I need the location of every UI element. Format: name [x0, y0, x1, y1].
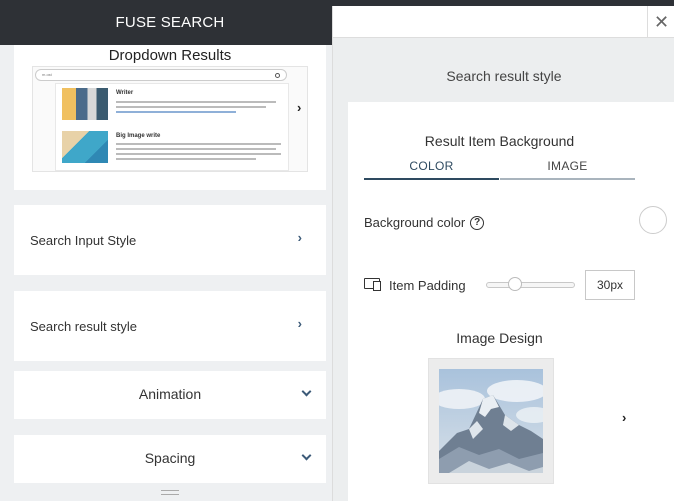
preview-search-input: m.ost: [35, 69, 287, 81]
background-tabs: COLOR IMAGE: [364, 158, 635, 180]
close-button[interactable]: ✕: [647, 6, 674, 38]
preview-result-item: Big Image write: [62, 131, 284, 167]
chevron-right-icon: ›: [297, 230, 302, 245]
chevron-right-icon[interactable]: ›: [297, 100, 301, 115]
image-design-preview[interactable]: [428, 358, 554, 484]
item-padding-slider-thumb[interactable]: [508, 277, 522, 291]
item-padding-slider[interactable]: [486, 282, 575, 288]
dropdown-preview: m.ost Writer Big Image write: [32, 66, 308, 172]
preview-thumbnail: [62, 88, 108, 120]
background-color-label: Background color: [364, 215, 466, 230]
section-label: Spacing: [144, 450, 196, 466]
preview-result-heading: Writer: [116, 90, 134, 96]
chevron-right-icon[interactable]: ›: [622, 410, 626, 425]
section-spacing[interactable]: Spacing: [14, 435, 326, 483]
app-title: FUSE SEARCH: [0, 0, 340, 45]
resize-handle-line: [161, 494, 179, 495]
preview-results: Writer Big Image write: [55, 83, 289, 171]
item-padding-input[interactable]: 30px: [585, 270, 635, 300]
dropdown-results-card[interactable]: Dropdown Results m.ost Writer Big Image …: [14, 45, 326, 190]
item-padding-row: Item Padding 30px: [364, 270, 635, 300]
tab-color[interactable]: COLOR: [364, 158, 499, 180]
help-icon[interactable]: ?: [470, 215, 485, 230]
close-icon: ✕: [653, 11, 670, 32]
result-item-background-title: Result Item Background: [424, 133, 575, 149]
preview-result-heading: Big Image write: [116, 133, 161, 139]
image-design-title: Image Design: [456, 330, 543, 346]
item-padding-label: Item Padding: [389, 278, 466, 293]
preview-search-value: m.ost: [42, 72, 52, 77]
left-panel: FUSE SEARCH Dropdown Results m.ost Write…: [0, 0, 340, 501]
background-color-picker[interactable]: [639, 206, 667, 234]
chevron-right-icon: ›: [297, 316, 302, 331]
section-label: Search Input Style: [30, 233, 137, 248]
background-color-row: Background color ?: [364, 215, 485, 230]
result-style-settings: Result Item Background COLOR IMAGE Backg…: [348, 102, 674, 501]
panel-title: Search result style: [446, 68, 562, 84]
section-label: Animation: [138, 386, 202, 402]
panel-header: ✕: [333, 6, 674, 38]
dropdown-results-title: Dropdown Results: [108, 47, 232, 64]
tab-image[interactable]: IMAGE: [500, 158, 635, 180]
section-search-result-style[interactable]: Search result style ›: [14, 291, 326, 361]
settings-panel: ✕ Search result style Result Item Backgr…: [332, 6, 674, 501]
resize-handle[interactable]: [161, 490, 179, 491]
preview-thumbnail: [62, 131, 108, 163]
preview-result-item: Writer: [62, 88, 284, 124]
section-animation[interactable]: Animation: [14, 371, 326, 419]
section-search-input-style[interactable]: Search Input Style ›: [14, 205, 326, 275]
section-label: Search result style: [30, 319, 137, 334]
device-icon[interactable]: [364, 278, 381, 291]
search-icon: [275, 73, 280, 78]
mountain-image: [439, 369, 543, 473]
